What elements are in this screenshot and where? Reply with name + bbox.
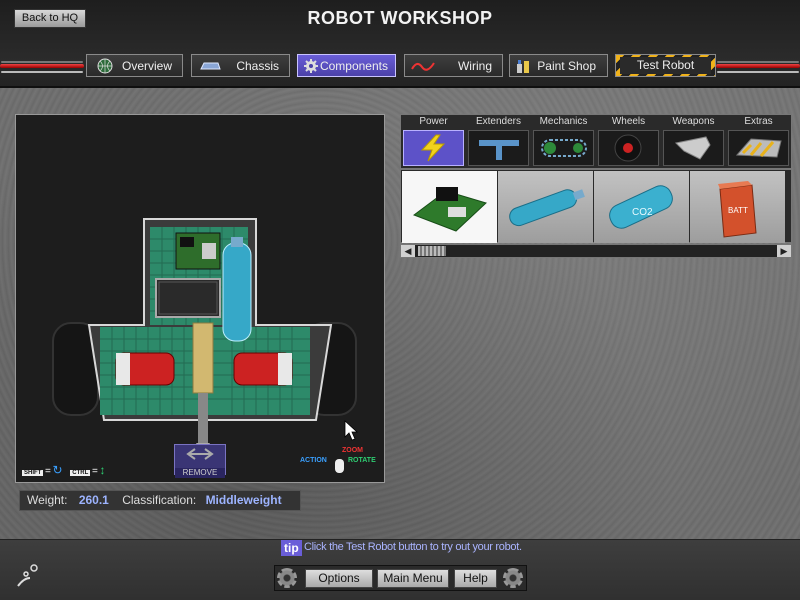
blue-tank-icon — [509, 189, 585, 227]
category-extenders[interactable]: Extenders — [466, 115, 531, 168]
battery-pack — [155, 278, 221, 318]
category-wheels[interactable]: Wheels — [596, 115, 661, 168]
gear-left-icon — [277, 568, 297, 588]
category-label: Mechanics — [539, 116, 588, 127]
co2-text: CO2 — [632, 207, 653, 218]
category-power[interactable]: Power — [401, 115, 466, 168]
robot-viewport[interactable]: REMOVE SHIFT = ↻ CTRL = ↕ ZOOM ACTION RO… — [15, 114, 385, 483]
mouse-hints: ZOOM ACTION ROTATE — [300, 447, 380, 477]
category-button[interactable] — [663, 130, 724, 166]
chain-icon — [541, 139, 587, 157]
remove-label: REMOVE — [175, 468, 225, 478]
tab-label: Components — [319, 59, 388, 73]
part-battery-box[interactable]: BATT — [690, 171, 785, 243]
corner-logo-icon — [17, 564, 38, 587]
scroll-left-arrow-icon[interactable]: ◀ — [401, 245, 415, 257]
lightning-icon — [420, 134, 446, 162]
mouse-icon — [335, 459, 344, 473]
tab-wiring[interactable]: Wiring — [404, 54, 503, 77]
paint-icon — [517, 60, 529, 73]
classification-value: Middleweight — [205, 493, 282, 507]
category-button[interactable] — [468, 130, 529, 166]
category-button[interactable] — [403, 130, 464, 166]
battery-box-icon: BATT — [718, 181, 757, 238]
category-label: Power — [419, 116, 448, 127]
scroll-right-arrow-icon[interactable]: ▶ — [777, 245, 791, 257]
circuit-board-icon — [412, 187, 487, 232]
category-weapons[interactable]: Weapons — [661, 115, 726, 168]
extender-icon — [479, 140, 519, 160]
equals-text: = — [91, 466, 98, 477]
robot-info-bar: Weight: 260.1 Classification: Middleweig… — [19, 490, 301, 511]
category-label: Weapons — [672, 116, 715, 127]
plow-icon — [735, 138, 782, 158]
wheel-icon — [614, 134, 642, 162]
tab-label: Overview — [121, 59, 172, 73]
tab-label: Paint Shop — [537, 59, 596, 73]
help-button[interactable]: Help — [454, 569, 497, 588]
co2-tank-icon: CO2 — [609, 185, 673, 229]
category-extras[interactable]: Extras — [726, 115, 791, 168]
tab-label: Chassis — [236, 59, 279, 73]
rotate-circle-icon: ↻ — [52, 463, 63, 477]
keyboard-hints: SHIFT = ↻ CTRL = ↕ — [22, 463, 105, 477]
parts-scrollbar[interactable]: ◀ ▶ — [400, 244, 792, 258]
wire-icon — [411, 62, 435, 71]
part-circuit-board[interactable] — [402, 171, 497, 243]
tab-label: Wiring — [457, 59, 492, 73]
weight-value: 260.1 — [78, 493, 109, 507]
zoom-label: ZOOM — [342, 447, 363, 454]
category-mechanics[interactable]: Mechanics — [531, 115, 596, 168]
tab-chassis[interactable]: Chassis — [191, 54, 290, 77]
decorative-cable-left — [0, 64, 84, 68]
category-label: Extras — [744, 116, 773, 127]
equals-text: = — [45, 466, 51, 477]
gear-right-icon — [503, 568, 523, 588]
rotate-label: ROTATE — [348, 457, 376, 464]
tab-components[interactable]: Components — [297, 54, 396, 77]
classification-label: Classification: — [122, 493, 197, 507]
category-button[interactable] — [598, 130, 659, 166]
scroll-thumb[interactable] — [418, 246, 446, 256]
decorative-cable-right — [716, 64, 800, 68]
category-button[interactable] — [728, 130, 789, 166]
blade-icon — [674, 136, 711, 160]
category-label: Extenders — [475, 116, 522, 127]
weight-label: Weight: — [27, 493, 68, 507]
parts-strip: CO2 BATT — [400, 169, 792, 243]
battery-text: BATT — [728, 206, 748, 215]
category-panel: Power Extenders Mechanics Wheels Weapons… — [400, 114, 792, 169]
shift-key: SHIFT — [22, 470, 44, 476]
mouse-cursor-icon — [344, 420, 359, 441]
globe-icon — [97, 58, 113, 74]
category-label: Wheels — [611, 116, 646, 127]
part-blue-tank[interactable] — [498, 171, 593, 243]
remove-arrows-icon — [186, 448, 214, 460]
tip-text: Click the Test Robot button to try out y… — [304, 541, 522, 553]
chassis-icon — [200, 62, 221, 70]
piston — [192, 322, 214, 394]
page-title: ROBOT WORKSHOP — [307, 8, 493, 28]
bottom-menu: Options Main Menu Help — [274, 565, 527, 591]
main-menu-button[interactable]: Main Menu — [377, 569, 449, 588]
category-button[interactable] — [533, 130, 594, 166]
options-button[interactable]: Options — [305, 569, 373, 588]
vertical-arrow-icon: ↕ — [99, 463, 106, 477]
part-co2-tank[interactable]: CO2 — [594, 171, 689, 243]
tab-paint-shop[interactable]: Paint Shop — [509, 54, 608, 77]
tab-label: Test Robot — [620, 57, 711, 74]
tip-badge: tip — [281, 540, 302, 556]
action-label: ACTION — [300, 457, 327, 464]
piston-rod — [198, 393, 208, 443]
robot-render — [52, 218, 359, 455]
top-bar: Back to HQ ROBOT WORKSHOP Overview Chass… — [0, 0, 800, 88]
co2-tank — [222, 242, 252, 342]
remove-button[interactable]: REMOVE — [174, 444, 226, 478]
ctrl-key: CTRL — [70, 470, 91, 476]
tab-test-robot[interactable]: Test Robot — [615, 54, 716, 77]
tab-overview[interactable]: Overview — [86, 54, 183, 77]
